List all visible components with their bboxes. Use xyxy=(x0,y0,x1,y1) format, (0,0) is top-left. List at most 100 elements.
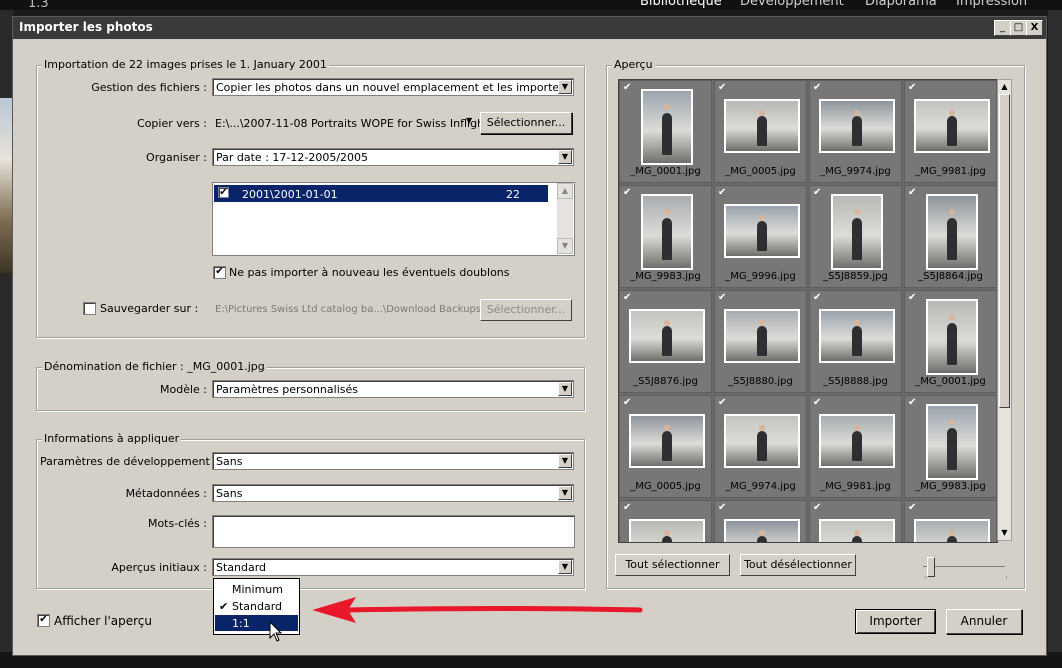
thumbnail-filename: _S5J8876.jpg xyxy=(633,376,698,387)
thumbnail-size-slider-handle[interactable] xyxy=(927,557,935,577)
slider-ticks xyxy=(925,576,1007,579)
thumbnail-filename: _MG_0005.jpg xyxy=(630,481,701,492)
module-tab-develop[interactable]: Développement xyxy=(740,0,844,9)
thumbnail-checkbox[interactable]: ✔ xyxy=(623,397,631,408)
chevron-down-icon[interactable]: ▼ xyxy=(557,238,573,254)
import-button[interactable]: Importer xyxy=(855,609,936,634)
thumbnail-image xyxy=(641,194,693,270)
thumbnail-checkbox[interactable]: ✔ xyxy=(718,292,726,303)
cancel-button[interactable]: Annuler xyxy=(946,609,1022,634)
thumbnail-cell[interactable]: ✔ _MG_0005.jpg xyxy=(619,395,712,498)
thumbnail-checkbox[interactable]: ✔ xyxy=(718,502,726,513)
module-tab-print[interactable]: Impression xyxy=(956,0,1027,9)
thumbnail-cell[interactable]: ✔ _MG_9983.jpg xyxy=(619,185,712,288)
thumbnail-checkbox[interactable]: ✔ xyxy=(813,502,821,513)
thumbnail-cell[interactable]: ✔ _S5J8880.jpg xyxy=(714,290,807,393)
preview-legend: Aperçu xyxy=(612,58,655,71)
thumbnail-checkbox[interactable]: ✔ xyxy=(623,292,631,303)
thumbnail-filename: _MG_9974.jpg xyxy=(820,166,891,177)
develop-settings-select[interactable]: Sans ▼ xyxy=(212,452,574,470)
thumbnail-cell[interactable]: ✔ _S5J8859.jpg xyxy=(809,185,902,288)
thumbnail-image xyxy=(926,404,978,480)
thumbnail-cell[interactable]: ✔ _S5J8864.jpg xyxy=(904,185,997,288)
thumbnail-cell[interactable]: ✔ _MG_0001.jpg xyxy=(619,80,712,183)
thumbnail-cell[interactable]: ✔ xyxy=(904,500,997,542)
preview-option-standard[interactable]: ✔ Standard xyxy=(215,598,298,614)
thumbnail-size-slider[interactable] xyxy=(923,566,1005,567)
keywords-input[interactable] xyxy=(212,515,575,548)
thumbnail-cell[interactable]: ✔ xyxy=(714,500,807,542)
thumbnail-cell[interactable]: ✔ _MG_9981.jpg xyxy=(904,80,997,183)
folder-checkbox[interactable]: ✔ xyxy=(218,187,229,198)
thumbnail-checkbox[interactable]: ✔ xyxy=(908,292,916,303)
app-version: 1.3 xyxy=(28,0,49,11)
module-tab-slideshow[interactable]: Diaporama xyxy=(865,0,937,9)
chevron-up-icon[interactable]: ▲ xyxy=(557,183,573,199)
chevron-down-icon[interactable]: ▼ xyxy=(999,527,1010,539)
thumbnail-checkbox[interactable]: ✔ xyxy=(908,397,916,408)
thumbnail-checkbox[interactable]: ✔ xyxy=(718,82,726,93)
initial-previews-select[interactable]: Standard ▼ xyxy=(212,558,574,576)
organize-label: Organiser : xyxy=(146,151,207,164)
show-preview-checkbox[interactable]: ✔ xyxy=(37,614,50,627)
close-button[interactable]: X xyxy=(1026,20,1043,36)
select-all-button[interactable]: Tout sélectionner xyxy=(615,554,730,576)
module-tab-library[interactable]: Bibliothèque xyxy=(640,0,722,9)
organize-select[interactable]: Par date : 17-12-2005/2005 ▼ xyxy=(212,148,574,166)
copy-to-select-button[interactable]: Sélectionner... xyxy=(480,112,572,134)
thumbnail-cell[interactable]: ✔ _S5J8888.jpg xyxy=(809,290,902,393)
dialog-title-bar[interactable]: Importer les photos _ □ X xyxy=(13,17,1046,39)
thumbnail-checkbox[interactable]: ✔ xyxy=(623,502,631,513)
thumbnail-checkbox[interactable]: ✔ xyxy=(908,187,916,198)
template-select[interactable]: Paramètres personnalisés ▼ xyxy=(212,380,574,398)
thumbnail-checkbox[interactable]: ✔ xyxy=(908,502,916,513)
copy-to-menu-icon[interactable]: ▼ xyxy=(466,116,472,125)
thumbnail-image xyxy=(819,309,895,363)
thumbnail-checkbox[interactable]: ✔ xyxy=(623,82,631,93)
thumbnail-filename: _S5J8859.jpg xyxy=(823,271,888,282)
thumbnail-cell[interactable]: ✔ _MG_0001.jpg xyxy=(904,290,997,393)
thumbnail-cell[interactable]: ✔ _S5J8876.jpg xyxy=(619,290,712,393)
thumbnail-checkbox[interactable]: ✔ xyxy=(813,292,821,303)
app-right-panel xyxy=(1048,10,1062,668)
thumbnail-filename: _MG_0001.jpg xyxy=(630,166,701,177)
thumbnail-cell[interactable]: ✔ _MG_0005.jpg xyxy=(714,80,807,183)
backup-checkbox[interactable] xyxy=(83,302,96,315)
folder-row[interactable]: ✔ 2001\2001-01-01 22 xyxy=(214,185,548,202)
thumbnail-cell[interactable]: ✔ xyxy=(809,500,902,542)
preview-option-1to1[interactable]: 1:1 xyxy=(215,615,298,631)
scrollbar-thumb[interactable] xyxy=(999,94,1010,408)
thumbnail-scrollbar[interactable]: ▲ ▼ xyxy=(997,79,1012,541)
thumbnail-cell[interactable]: ✔ _MG_9996.jpg xyxy=(714,185,807,288)
deselect-all-button[interactable]: Tout désélectionner xyxy=(740,554,856,576)
backup-select-button[interactable]: Sélectionner... xyxy=(480,299,572,321)
thumbnail-cell[interactable]: ✔ _MG_9981.jpg xyxy=(809,395,902,498)
thumbnail-cell[interactable]: ✔ _MG_9974.jpg xyxy=(714,395,807,498)
thumbnail-grid: ✔ _MG_0001.jpg ✔ _MG_0005.jpg ✔ _MG_9974.jpg ✔… xyxy=(618,79,998,543)
initial-previews-label: Aperçus initiaux : xyxy=(111,561,207,574)
preview-option-minimum[interactable]: Minimum xyxy=(215,581,298,597)
metadata-select[interactable]: Sans ▼ xyxy=(212,484,574,502)
develop-settings-label: Paramètres de développement : xyxy=(40,455,217,468)
thumbnail-checkbox[interactable]: ✔ xyxy=(718,187,726,198)
initial-previews-value: Standard xyxy=(216,561,267,574)
skip-duplicates-checkbox[interactable]: ✔ xyxy=(213,266,226,279)
thumbnail-filename: _MG_9983.jpg xyxy=(630,271,701,282)
folder-list-scrollbar[interactable]: ▲ ▼ xyxy=(557,183,573,254)
thumbnail-checkbox[interactable]: ✔ xyxy=(813,187,821,198)
thumbnail-cell[interactable]: ✔ xyxy=(619,500,712,542)
chevron-up-icon[interactable]: ▲ xyxy=(999,81,1010,93)
thumbnail-checkbox[interactable]: ✔ xyxy=(813,82,821,93)
thumbnail-checkbox[interactable]: ✔ xyxy=(813,397,821,408)
thumbnail-image xyxy=(926,299,978,375)
thumbnail-checkbox[interactable]: ✔ xyxy=(623,187,631,198)
maximize-button[interactable]: □ xyxy=(1010,20,1027,36)
file-handling-select[interactable]: Copier les photos dans un nouvel emplace… xyxy=(212,78,574,96)
thumbnail-checkbox[interactable]: ✔ xyxy=(718,397,726,408)
copy-to-path: E:\...\2007-11-08 Portraits WOPE for Swi… xyxy=(215,117,489,130)
thumbnail-cell[interactable]: ✔ _MG_9983.jpg xyxy=(904,395,997,498)
chevron-down-icon: ▼ xyxy=(558,486,572,500)
thumbnail-cell[interactable]: ✔ _MG_9974.jpg xyxy=(809,80,902,183)
minimize-button[interactable]: _ xyxy=(994,20,1011,36)
thumbnail-checkbox[interactable]: ✔ xyxy=(908,82,916,93)
